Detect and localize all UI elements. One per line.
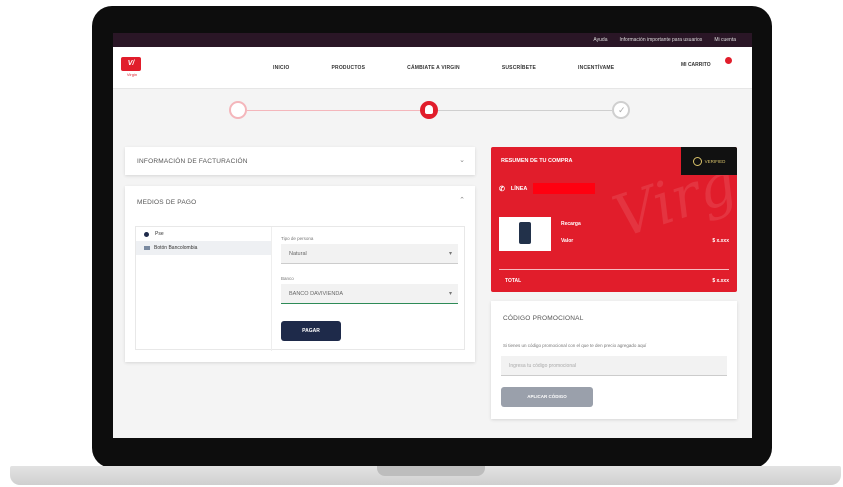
method-bancolombia[interactable]: Botón Bancolombia [136,241,271,255]
virgin-logo[interactable]: V/ Virgin [121,57,143,77]
total-value: $ x.xxx [712,278,729,284]
stepper-line-done [247,110,420,111]
method-pse-label: Pse [155,231,164,237]
order-summary: Virgin RESUMEN DE TU COMPRA VERIFIED ✆ L… [491,147,737,292]
promo-code-input[interactable]: Ingresa tu código promocional [501,356,727,376]
nav-item-cambiate[interactable]: CÁMBIATE A VIRGIN [407,65,460,71]
bank-value: BANCO DAVIVIENDA [289,291,343,297]
promo-code-panel: CÓDIGO PROMOCIONAL Si tienes un código p… [491,301,737,419]
account-link[interactable]: Mi cuenta [714,37,736,43]
payment-box: Pse Botón Bancolombia Tipo de persona Na… [135,226,465,351]
pay-button[interactable]: PAGAR [281,321,341,341]
person-type-value: Natural [289,251,307,257]
summary-divider [499,269,729,270]
seal-icon [692,156,702,166]
browser-screen: Ayuda Información importante para usuari… [113,33,752,438]
summary-title: RESUMEN DE TU COMPRA [501,158,573,164]
apply-code-button[interactable]: APLICAR CÓDIGO [501,387,593,407]
line-label: LÍNEA [510,185,528,192]
promo-hint: Si tienes un código promocional con el q… [503,343,647,348]
cart-badge [725,57,732,64]
lock-icon [425,105,433,114]
laptop-notch [377,466,485,476]
payment-title: MEDIOS DE PAGO [137,199,197,206]
step-3: ✓ [612,101,630,119]
chevron-up-icon[interactable]: ⌃ [459,196,465,204]
nav-item-productos[interactable]: PRODUCTOS [331,65,365,71]
method-bancolombia-label: Botón Bancolombia [154,245,198,251]
select-arrow-icon: ▾ [448,251,452,257]
bank-label: Banco [281,276,294,281]
total-label: TOTAL [505,278,522,284]
product-name: Recarga [561,221,581,227]
billing-info-panel[interactable]: INFORMACIÓN DE FACTURACIÓN ⌄ [125,147,475,175]
secure-badge: VERIFIED [681,147,737,175]
logo-mark: V/ [121,57,141,71]
bank-select[interactable]: BANCO DAVIVIENDA ▾ [281,284,458,304]
logo-wordmark: Virgin [126,72,138,77]
cart-link[interactable]: MI CARRITO [681,62,711,68]
billing-title: INFORMACIÓN DE FACTURACIÓN [137,158,248,165]
radio-selected-icon [144,231,149,237]
product-image [499,217,551,251]
nav-item-suscribete[interactable]: SUSCRÍBETE [502,65,536,71]
phone-icon: ✆ [499,185,505,193]
chevron-down-icon[interactable]: ⌄ [459,156,465,164]
step-1 [229,101,247,119]
payment-methods-panel: MEDIOS DE PAGO ⌃ Pse Botón Bancolombia T… [125,186,475,362]
product-price: $ x.xxx [712,238,729,244]
promo-title: CÓDIGO PROMOCIONAL [503,315,584,322]
nav-item-incentivame[interactable]: INCENTÍVAME [578,65,614,71]
sim-card-icon [519,222,531,244]
nav-links: INICIO PRODUCTOS CÁMBIATE A VIRGIN SUSCR… [273,47,656,89]
product-value-label: Valor [561,238,574,244]
line-row: ✆ LÍNEA [499,183,596,194]
method-pse[interactable]: Pse [136,227,271,241]
person-type-select[interactable]: Natural ▾ [281,244,458,264]
person-type-label: Tipo de persona [281,236,314,241]
utility-bar: Ayuda Información importante para usuari… [113,33,752,47]
secure-badge-text: VERIFIED [704,158,726,164]
bank-icon [144,246,150,250]
select-arrow-icon: ▾ [448,291,452,297]
redacted-number [533,183,596,194]
step-2-current [420,101,438,119]
nav-item-inicio[interactable]: INICIO [273,65,289,71]
payment-method-list: Pse Botón Bancolombia [136,227,272,351]
check-icon: ✓ [618,105,626,115]
main-nav: V/ Virgin INICIO PRODUCTOS CÁMBIATE A VI… [113,47,752,89]
stepper-line-pending [438,110,612,111]
checkout-stepper: ✓ [113,99,752,123]
help-link[interactable]: Ayuda [593,37,607,43]
info-link[interactable]: Información importante para usuarios [619,37,702,43]
